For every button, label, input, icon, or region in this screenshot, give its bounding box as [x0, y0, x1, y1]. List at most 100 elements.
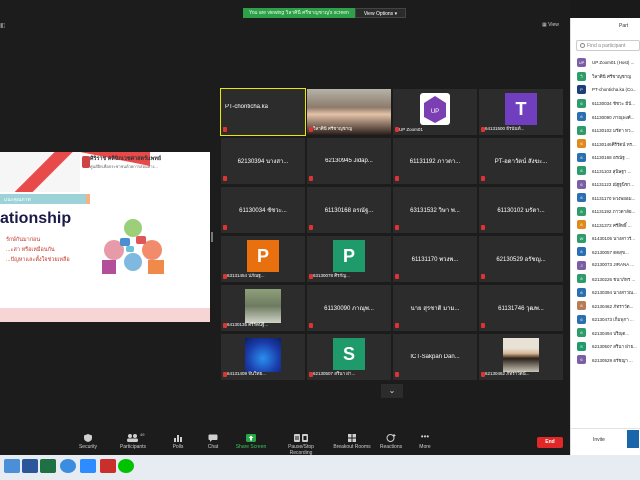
view-label: View [548, 22, 559, 28]
invite-button[interactable]: Invite [593, 437, 605, 443]
more-icon: ••• [420, 432, 430, 441]
participant-row[interactable]: วิ วิลาศินี ศรีชาญชาญ [571, 70, 640, 84]
mic-muted-icon [395, 127, 399, 132]
participant-avatar: P [333, 240, 365, 272]
participant-row[interactable]: 6 61131192 ภาวดาลัย... [571, 205, 640, 219]
split-handle[interactable] [211, 232, 213, 242]
video-tile[interactable]: 62130945 Jidap... [307, 138, 391, 184]
mic-muted-icon [395, 274, 399, 279]
video-tile[interactable]: P 63130078 ศิรกัญ... [307, 236, 391, 282]
video-tile[interactable]: 62130394 นางสา... [221, 138, 305, 184]
browser-icon[interactable] [60, 459, 76, 473]
mic-muted-icon [395, 372, 399, 377]
participant-row-avatar: J [577, 260, 586, 270]
participant-caption: 62130462 ภัทราวัตน์... [485, 371, 530, 376]
slide-tab-label: แนะคุณภาพ [4, 197, 31, 203]
participant-row[interactable]: 6 62130226 ชนาภัทร ... [571, 272, 640, 286]
participant-row-name: 61130034 ชัชวะ มีปั... [592, 101, 635, 106]
participant-caption: 63131454 ปภัณฐ... [227, 273, 265, 278]
view-options-button[interactable]: View Options ▾ [354, 8, 407, 18]
video-tile[interactable]: P 63131454 ปภัณฐ... [221, 236, 305, 282]
participant-row[interactable]: 6 61131103 สุนิษฐา ... [571, 164, 640, 178]
video-tile[interactable]: PT-chonticha.ka [220, 88, 306, 136]
participant-name: 62130394 นางสา... [237, 159, 289, 165]
participant-row[interactable]: 6 61130168 อรณัฐ ... [571, 151, 640, 165]
participant-row[interactable]: 6 62130473 เกิ่มพุกา ... [571, 313, 640, 327]
participant-video [245, 289, 281, 323]
video-grid: PT-chonticha.ka วิลาศินี ศรีชาญชาญ UP UP Zo… [220, 88, 565, 381]
participant-name: PT-chonticha.ka [225, 104, 269, 111]
participant-row[interactable]: 6 61131123 ณัฐฐนิชา... [571, 178, 640, 192]
polls-label: Polls [172, 444, 184, 450]
participant-row[interactable]: 6 61131372 ศรีสิทธิ์ ... [571, 218, 640, 232]
mic-muted-icon [223, 323, 227, 328]
participant-search-input[interactable]: Find a participant [576, 40, 640, 51]
more-button[interactable]: ••• More [400, 432, 450, 451]
participant-row-name: วิลาศินี ศรีชาญชาญ [592, 74, 632, 79]
search-icon [580, 43, 585, 48]
line-icon[interactable] [118, 459, 134, 473]
panel-title: Part [619, 23, 629, 29]
video-tile[interactable]: ICT-Sakpan Dan... [393, 334, 477, 380]
participant-row[interactable]: 6 61130102 มรัตา หว... [571, 124, 640, 138]
video-tile[interactable]: 64130135 ศรีรัตน์ฐิ... [221, 285, 305, 331]
end-meeting-button[interactable]: End [537, 437, 563, 448]
video-tile[interactable]: 61130168 อรณัฐ... [307, 187, 391, 233]
participant-row[interactable]: 6 61131170 พวงพยอม... [571, 191, 640, 205]
participant-row[interactable]: 6 62130462 ภัทราวัต... [571, 299, 640, 313]
video-tile[interactable]: 61130034 ชัชวะ... [221, 187, 305, 233]
participant-row[interactable]: P PT-chonticha.ka (Co... [571, 83, 640, 97]
video-tile[interactable]: T 64131500 ธีรนันท์... [479, 89, 563, 135]
participant-row[interactable]: 6 62130529 อรัชญา ... [571, 353, 640, 367]
participant-row[interactable]: 6 62130057 ตดสุข... [571, 245, 640, 259]
share-screen-button[interactable]: Share Screen [226, 434, 276, 450]
participant-row-name: 62130507 สรินา ฝ่าย... [592, 344, 637, 349]
excel-icon[interactable] [40, 459, 56, 473]
video-tile[interactable]: 61130090 ภาณุพ... [307, 285, 391, 331]
video-tile[interactable]: 63131532 วิษา พ... [393, 187, 477, 233]
participant-row-avatar: S [577, 341, 586, 351]
participant-name: 62130529 อรัชญ... [496, 257, 546, 263]
video-tile[interactable]: UP UP Zoom01 [393, 89, 477, 135]
file-explorer-icon[interactable] [4, 459, 20, 473]
participant-row[interactable]: 6 61130034 ชัชวะ มีปั... [571, 97, 640, 111]
video-tile[interactable]: 61130102 มรัตา... [479, 187, 563, 233]
participant-row-avatar: 6 [577, 179, 586, 189]
view-button[interactable]: ▦ View [542, 22, 559, 28]
participant-row-avatar: 6 [577, 287, 586, 297]
word-icon[interactable] [22, 459, 38, 473]
participant-row[interactable]: W 61430105 นางสาวรั... [571, 232, 640, 246]
participant-name: 61130102 มรัตา... [497, 208, 545, 214]
participant-row-avatar: 6 [577, 220, 586, 229]
video-tile[interactable]: 64131409 จีนวิทย... [221, 334, 305, 380]
participants-button[interactable]: Participants 49 [108, 432, 158, 450]
participants-count: 49 [140, 432, 145, 437]
participant-row[interactable]: S 62130507 สรินา ฝ่าย... [571, 340, 640, 354]
video-tile[interactable]: 62130529 อรัชญ... [479, 236, 563, 282]
video-tile[interactable]: 61131170 พวงพ... [393, 236, 477, 282]
participant-row[interactable]: J 62130073 JIRANA ... [571, 259, 640, 273]
security-button[interactable]: Security [63, 434, 113, 450]
video-tile[interactable]: 61131192 ภาวดา... [393, 138, 477, 184]
video-tile[interactable]: วิลาศินี ศรีชาญชาญ [307, 89, 391, 135]
participant-row-name: 62130462 ภัทราวัต... [592, 303, 634, 309]
participant-row[interactable]: UP UP Zoom01 (Host) ... [571, 56, 640, 70]
recording-button[interactable]: Pause/Stop Recording [276, 434, 326, 456]
participant-row[interactable]: 6 62130394 นางสาวณ... [571, 286, 640, 300]
video-tile[interactable]: S 62130507 สรินา ฝา... [307, 334, 391, 380]
video-tile[interactable]: PT-อดาวัตน์ สังฆะ... [479, 138, 563, 184]
participant-row-name: 61131372 ศรีสิทธิ์ ... [592, 222, 632, 228]
video-tile[interactable]: นาย สุรชาติ มาม... [393, 285, 477, 331]
up-logo-icon: UP [424, 96, 446, 123]
zoom-icon[interactable] [80, 459, 96, 473]
mic-muted-icon [395, 323, 399, 328]
participant-row[interactable]: 6 62130494 ปริญุต... [571, 326, 640, 340]
video-tile[interactable]: 62130462 ภัทราวัตน์... [479, 334, 563, 380]
video-tile[interactable]: 61131746 วุฒพ... [479, 285, 563, 331]
participant-row-avatar: 6 [577, 139, 586, 148]
participant-row[interactable]: 6 61130146ศิริรัตน์ ทร... [571, 137, 640, 151]
participant-row-name: 62130494 ปริญุต... [592, 330, 630, 336]
powerpoint-icon[interactable] [100, 459, 116, 473]
grid-next-page-button[interactable]: ⌄ [381, 384, 403, 398]
participant-row[interactable]: 6 61130090 ภาณุพงศ์... [571, 110, 640, 124]
